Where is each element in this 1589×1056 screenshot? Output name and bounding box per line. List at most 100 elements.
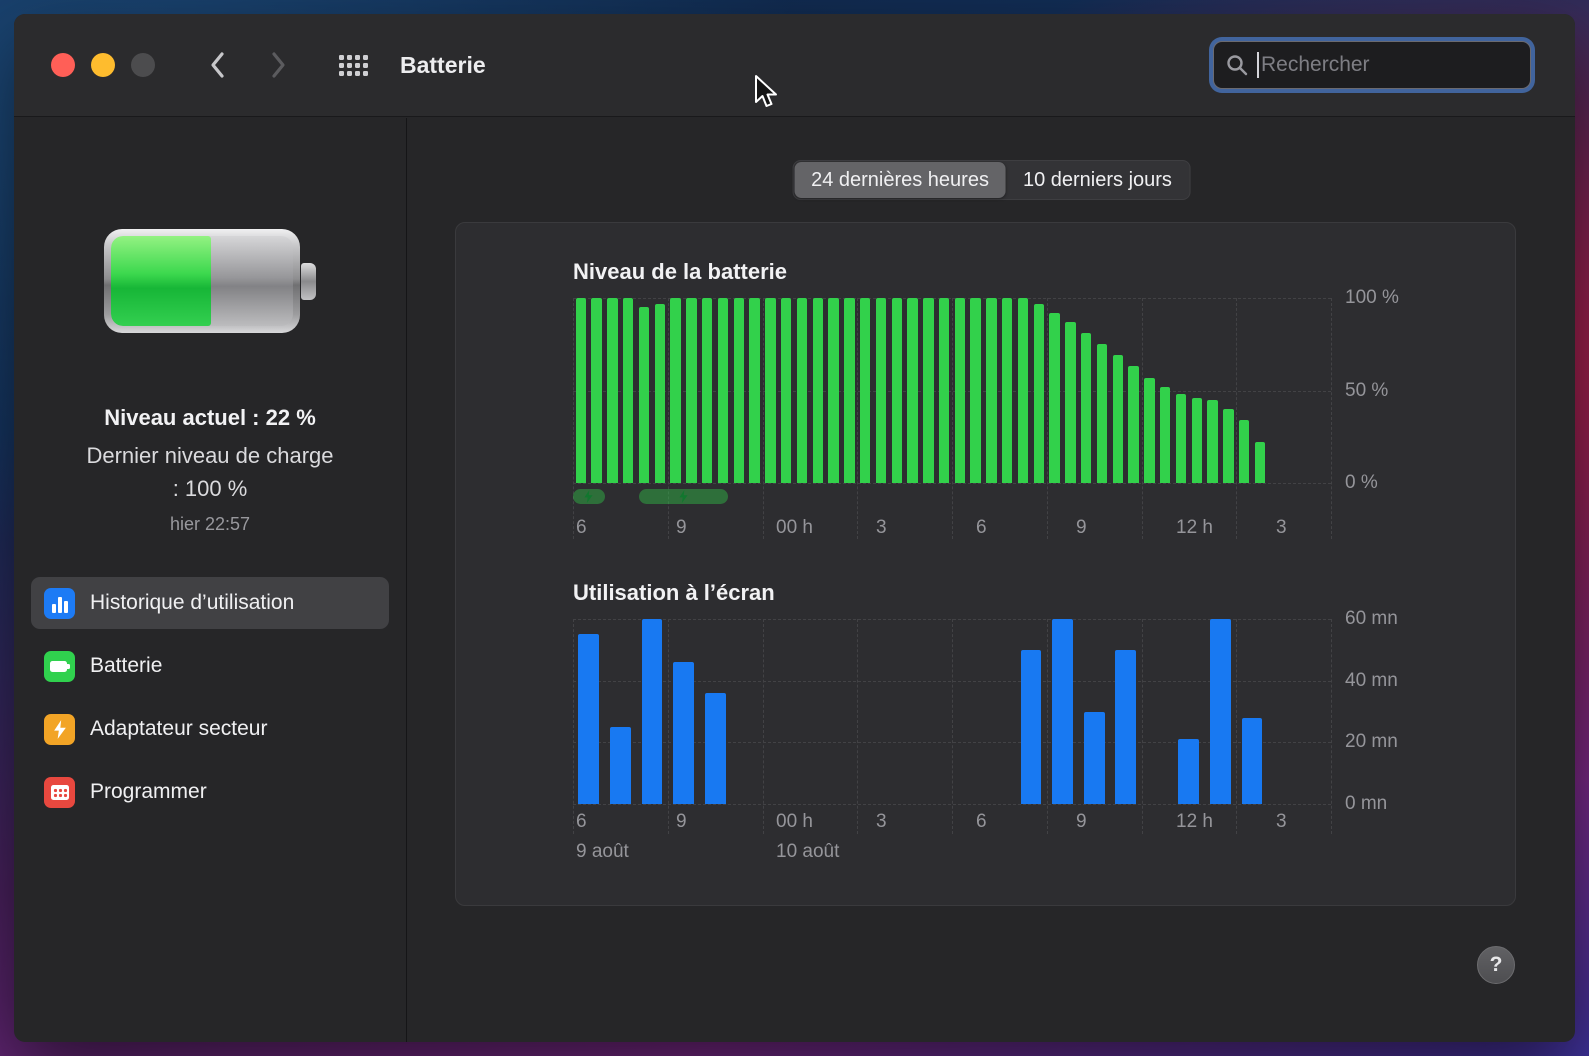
plot-area [573,298,1332,539]
charging-segment [639,489,728,504]
chart-bar [1210,619,1231,804]
minimize-button[interactable] [91,53,115,77]
x-axis-tick-label: 9 [676,811,687,832]
chart-title: Utilisation à l’écran [573,580,775,605]
x-axis-tick-label: 3 [1276,811,1287,832]
chevron-right-icon [272,52,285,78]
sidebar-item-schedule[interactable]: Programmer [31,766,389,818]
chart-bar [1049,312,1060,483]
back-button[interactable] [209,51,226,79]
lightning-bolt-icon [53,719,66,739]
chart-bar [704,693,726,804]
x-axis-tick-label: 6 [576,811,587,832]
chart-bar [1083,711,1105,804]
y-axis-tick-label: 0 % [1345,472,1378,493]
main-content: 24 dernières heures 10 derniers jours Ni… [408,118,1575,1042]
mouse-cursor [755,75,777,107]
chart-bar [686,298,697,483]
tab-last-10-days[interactable]: 10 derniers jours [1006,162,1189,198]
chart-bar [1033,303,1045,483]
x-axis-tick-label: 9 [1076,811,1087,832]
chart-bar [670,298,681,483]
x-axis-tick-label: 3 [1276,517,1287,538]
chart-bar [938,298,950,483]
power-adapter-icon [44,713,75,745]
close-button[interactable] [51,53,75,77]
chart-bar [1144,377,1155,483]
chart-bar [954,298,966,483]
window-title: Batterie [400,51,486,78]
chart-bar [578,634,600,804]
y-axis-tick-label: 100 % [1345,287,1399,308]
sidebar-item-battery[interactable]: Batterie [31,640,389,692]
chart-bar [986,298,997,483]
sidebar-item-label: Adaptateur secteur [90,717,268,740]
chart-bar [654,303,666,483]
sidebar-item-power-adapter[interactable]: Adaptateur secteur [31,703,389,755]
chart-bar [1096,344,1108,483]
chart-bar [1081,333,1092,483]
chevron-left-icon [211,52,224,78]
chart-bar [1128,366,1139,483]
zoom-button[interactable] [131,53,155,77]
x-axis-labels: 6 9 00 h 3 6 9 12 h 3 [573,517,1373,541]
chart-bar [765,298,776,483]
battery-level-image [104,229,316,333]
battery-icon [44,650,75,682]
chart-bar [907,298,918,483]
chart-bar [1191,397,1202,483]
x-axis-tick-label: 12 h [1176,811,1213,832]
chart-bar [1065,322,1076,483]
y-axis-tick-label: 40 mn [1345,669,1398,691]
forward-button[interactable] [270,51,287,79]
tab-last-24-hours[interactable]: 24 dernières heures [794,162,1006,198]
gridline-vertical [1141,619,1143,834]
search-field[interactable]: Rechercher [1213,41,1531,89]
x-axis-tick-label: 3 [876,811,887,832]
battery-image-fill [111,236,212,326]
chart-bar [733,298,745,483]
chart-bar [844,298,855,483]
chart-bar [1002,298,1013,483]
chart-bar [673,662,694,804]
battery-image-body [104,229,300,333]
chart-bar [1241,717,1263,804]
chart-bar [780,298,792,483]
gridline-vertical [573,619,574,834]
y-axis-labels: 60 mn 40 mn 20 mn 0 mn [1345,608,1455,814]
last-charge-label: Dernier niveau de charge : 100 % [86,443,334,501]
gridline-vertical [1046,619,1048,834]
time-range-segmented-control: 24 dernières heures 10 derniers jours [792,160,1191,200]
gridline-vertical [667,619,669,834]
x-axis-tick-label: 9 [1076,517,1087,538]
last-charge-time: hier 22:57 [169,514,251,534]
x-axis-tick-label: 00 h [776,811,813,832]
chart-bar [749,298,760,483]
sidebar-item-usage-history[interactable]: Historique d’utilisation [31,577,389,629]
chart-bar [1238,420,1250,483]
show-all-grid-icon[interactable] [339,54,368,76]
chart-bar [609,726,631,804]
charging-segment [573,489,605,504]
help-button[interactable]: ? [1477,946,1515,984]
chart-bar [1254,442,1266,483]
search-icon [1227,55,1248,76]
x-axis-tick-label: 9 [676,517,687,538]
chart-bar [1112,355,1124,483]
chart-bar [1178,739,1200,804]
y-axis-tick-label: 20 mn [1345,731,1398,753]
chart-bar [970,298,981,483]
charging-bolt-icon [679,490,688,503]
gridline-vertical [1331,298,1332,539]
x-axis-tick-label: 12 h [1176,517,1213,538]
gridline-vertical [857,619,859,834]
chart-bar [575,298,587,483]
chart-bar [875,298,887,483]
current-level-label: Niveau actuel : 22 % [104,405,316,430]
chart-bar [591,298,602,483]
battery-image-cap [301,263,316,300]
y-axis-labels: 100 % 50 % 0 % [1345,287,1455,493]
chart-bar [812,298,823,483]
chart-bar [607,298,618,483]
y-axis-tick-label: 50 % [1345,379,1389,401]
